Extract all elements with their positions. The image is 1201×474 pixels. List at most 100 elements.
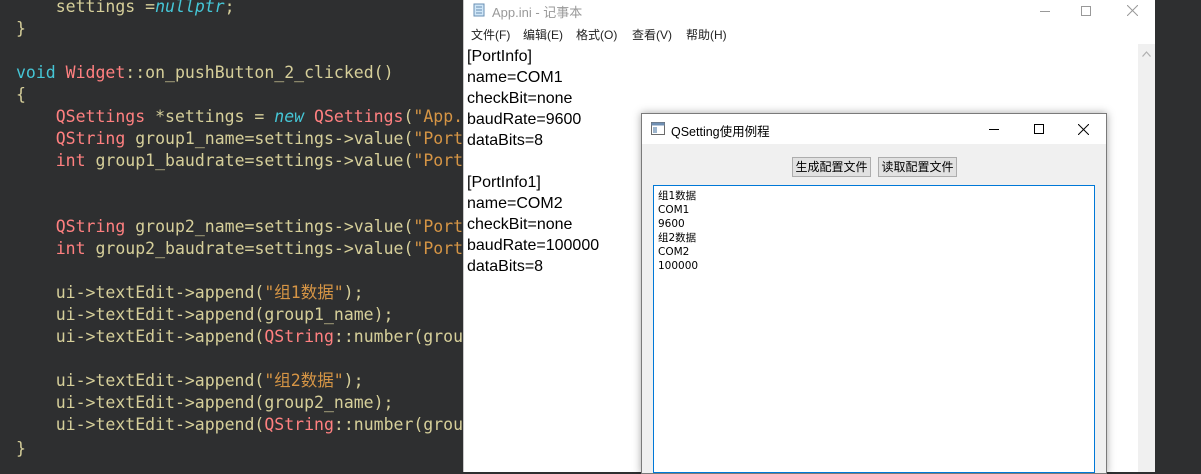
notepad-minimize-button[interactable]: [1023, 0, 1067, 21]
text-edit-content: 组1数据 COM1 9600 组2数据 COM2 100000: [658, 189, 698, 273]
code-token: ui->textEdit->append(: [16, 283, 265, 302]
dialog-maximize-button[interactable]: [1016, 114, 1061, 144]
code-token: int: [55, 151, 86, 170]
code-token: QString: [264, 327, 334, 346]
code-editor[interactable]: settings =nullptr;} void Widget::on_pushB…: [0, 0, 463, 472]
code-token: settings =: [16, 0, 156, 16]
code-token: );: [343, 371, 364, 390]
code-token: {: [16, 85, 26, 104]
code-token: "PortI: [413, 129, 463, 148]
code-token: ui->textEdit->append(group1_name);: [16, 305, 394, 324]
maximize-icon: [1033, 124, 1044, 134]
code-token: "PortI: [413, 239, 463, 258]
code-token: }: [16, 19, 26, 38]
code-token: ui->textEdit->append(: [16, 371, 265, 390]
code-line: ui->textEdit->append(QString::number(gro…: [16, 414, 463, 436]
code-token: }: [16, 439, 26, 458]
code-token: QString: [55, 129, 126, 148]
code-token: "App.i: [413, 107, 463, 126]
code-line: ui->textEdit->append(group2_name);: [16, 392, 394, 414]
code-token: ui->textEdit->append(: [16, 327, 265, 346]
code-token: group1_name=settings->value(: [125, 129, 414, 148]
dialog-minimize-button[interactable]: [971, 114, 1016, 144]
code-token: ::number(group: [333, 415, 463, 434]
dialog-title: QSetting使用例程: [671, 125, 770, 139]
code-token: "PortI: [413, 217, 463, 236]
code-token: group2_name=settings->value(: [125, 217, 414, 236]
notepad-close-button[interactable]: [1110, 0, 1154, 21]
code-token: QString: [55, 217, 126, 236]
notepad-app-icon: [473, 3, 485, 17]
maximize-icon: [1081, 5, 1091, 16]
code-line: QString group2_name=settings->value("Por…: [16, 216, 463, 238]
code-line: QSettings *settings = new QSettings("App…: [16, 106, 463, 128]
minimize-icon: [1040, 10, 1050, 12]
code-line: ui->textEdit->append("组2数据");: [16, 370, 364, 392]
code-token: *settings =: [145, 107, 275, 126]
code-token: on_pushButton_2_clicked: [145, 63, 374, 82]
code-token: (): [373, 63, 394, 82]
code-token: ui->textEdit->append(: [16, 415, 265, 434]
close-icon: [1078, 123, 1089, 135]
dialog-close-button[interactable]: [1061, 114, 1106, 144]
generate-config-button[interactable]: 生成配置文件: [792, 157, 871, 177]
code-token: ui->textEdit->append(group2_name);: [16, 393, 394, 412]
code-token: (: [403, 107, 414, 126]
code-line: int group1_baudrate=settings->value("Por…: [16, 150, 463, 172]
text-edit-line: 组2数据: [658, 232, 697, 244]
menu-view[interactable]: 查看(V): [632, 26, 672, 43]
code-line: ui->textEdit->append(group1_name);: [16, 304, 394, 326]
text-edit-line: COM1: [658, 204, 690, 216]
notepad-title: App.ini - 记事本: [492, 5, 583, 20]
code-line: settings =nullptr;: [16, 0, 235, 18]
code-token: ;: [224, 0, 235, 16]
code-token: QSettings: [55, 107, 146, 126]
menu-edit[interactable]: 编辑(E): [523, 26, 563, 43]
text-edit-line: 100000: [658, 260, 699, 272]
qsetting-dialog-window: QSetting使用例程 生成配置文件 读取配置文件 组1数据 COM1 960…: [641, 113, 1107, 474]
code-token: QSettings: [314, 107, 404, 126]
minimize-icon: [988, 129, 999, 130]
menu-help[interactable]: 帮助(H): [686, 26, 727, 43]
code-line: ui->textEdit->append(QString::number(gro…: [16, 326, 463, 348]
code-line: void Widget::on_pushButton_2_clicked(): [16, 62, 394, 84]
code-token: );: [343, 283, 364, 302]
notepad-maximize-button[interactable]: [1064, 0, 1108, 21]
code-token: group2_baudrate=settings->value(: [85, 239, 414, 258]
notepad-menubar: 文件(F) 编辑(E) 格式(O) 查看(V) 帮助(H): [464, 24, 1155, 44]
code-token: ::number(group: [333, 327, 463, 346]
close-icon: [1126, 5, 1138, 16]
qt-app-icon: [651, 122, 665, 135]
code-line: QString group1_name=settings->value("Por…: [16, 128, 463, 150]
scroll-up-arrow-icon[interactable]: [1142, 51, 1151, 57]
notepad-titlebar[interactable]: App.ini - 记事本: [464, 0, 1155, 21]
dialog-titlebar[interactable]: QSetting使用例程: [642, 114, 1106, 144]
notepad-vertical-scrollbar[interactable]: [1138, 44, 1155, 472]
menu-format[interactable]: 格式(O): [576, 26, 617, 43]
menu-file[interactable]: 文件(F): [471, 26, 510, 43]
code-token: "组2数据": [264, 371, 344, 390]
code-token: new: [274, 107, 315, 126]
read-config-button[interactable]: 读取配置文件: [878, 157, 957, 177]
code-token: void: [16, 63, 66, 82]
code-line: }: [16, 438, 26, 460]
code-line: {: [16, 84, 26, 106]
dialog-text-edit[interactable]: 组1数据 COM1 9600 组2数据 COM2 100000: [653, 185, 1095, 473]
code-line: }: [16, 18, 26, 40]
notepad-line: name=COM1: [467, 69, 563, 86]
code-token: nullptr: [155, 0, 225, 16]
text-edit-line: COM2: [658, 246, 690, 258]
notepad-line: [PortInfo]: [467, 48, 532, 65]
code-token: "PortI: [413, 151, 463, 170]
code-token: QString: [264, 415, 334, 434]
code-token: Widget: [65, 63, 126, 82]
code-line: ui->textEdit->append("组1数据");: [16, 282, 364, 304]
code-token: "组1数据": [264, 283, 344, 302]
code-token: int: [55, 239, 86, 258]
code-line: int group2_baudrate=settings->value("Por…: [16, 238, 463, 260]
